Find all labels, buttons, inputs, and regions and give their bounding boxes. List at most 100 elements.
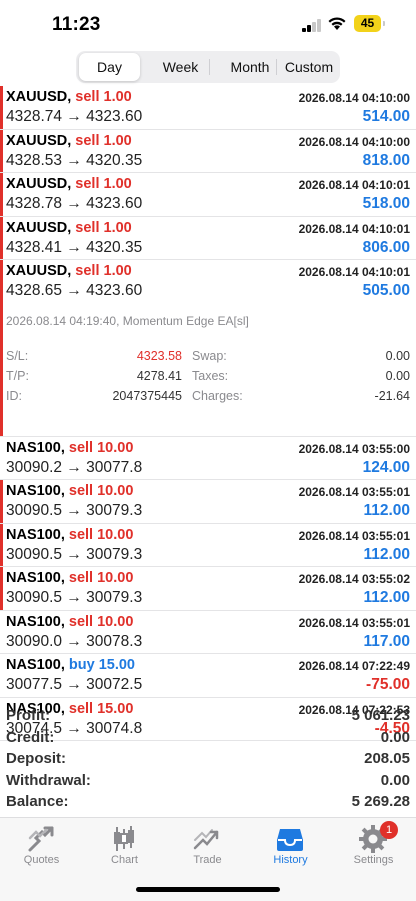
period-custom-button[interactable]: Custom: [279, 53, 339, 81]
swap-value: 0.00: [385, 348, 410, 363]
candlestick-chart-icon: [114, 826, 134, 851]
close-price: 4323.60: [86, 108, 143, 125]
trade-side: buy: [68, 657, 95, 673]
summary-label: Deposit:: [6, 750, 66, 768]
summary-value: 0.00: [380, 728, 410, 746]
open-price: 4328.65: [6, 282, 63, 299]
summary-withdrawal-row: Withdrawal: 0.00: [0, 770, 416, 792]
trade-side: sell: [75, 219, 100, 236]
trade-symbol: NAS100: [6, 570, 61, 586]
swap-label: Swap:: [192, 348, 227, 363]
close-price: 4323.60: [86, 195, 143, 212]
trade-profit: 117.00: [363, 632, 410, 650]
trade-profit: 112.00: [363, 502, 410, 519]
tp-label: T/P:: [6, 368, 29, 383]
trade-comment: 2026.08.14 04:19:40, Momentum Edge EA[sl…: [6, 313, 249, 328]
history-inbox-icon: [277, 829, 303, 851]
trade-date: 2026.08.14 07:22:49: [298, 659, 410, 673]
summary-label: Withdrawal:: [6, 771, 91, 789]
open-price: 4328.74: [6, 108, 63, 125]
arrow-icon: →: [66, 589, 82, 606]
segment-divider: [276, 59, 277, 75]
trade-date: 2026.08.14 04:10:00: [298, 91, 410, 105]
trade-profit: -75.00: [366, 676, 410, 693]
trade-volume: 1.00: [103, 263, 132, 279]
trade-profit: 806.00: [362, 238, 410, 256]
trade-row[interactable]: NAS100, sell 10.00 2026.08.14 03:55:02 3…: [0, 567, 416, 611]
trade-title: XAUUSD, sell 1.00: [6, 176, 132, 192]
trade-side: sell: [68, 526, 94, 543]
arrow-icon: →: [66, 458, 82, 476]
trade-volume: 1.00: [103, 176, 132, 192]
trade-profit: 112.00: [363, 589, 410, 606]
trade-side: sell: [75, 89, 100, 105]
trade-row[interactable]: XAUUSD, sell 1.00 2026.08.14 04:10:00 43…: [0, 86, 416, 130]
trade-title: NAS100, buy 15.00: [6, 657, 135, 673]
trade-symbol: NAS100: [6, 439, 61, 456]
trade-row[interactable]: NAS100, sell 10.00 2026.08.14 03:55:01 3…: [0, 611, 416, 654]
summary-credit-row: Credit: 0.00: [0, 727, 416, 749]
trade-detail-panel: 2026.08.14 04:19:40, Momentum Edge EA[sl…: [0, 303, 416, 437]
trade-title: XAUUSD, sell 1.00: [6, 219, 132, 236]
wifi-icon: [328, 17, 346, 30]
trade-row[interactable]: NAS100, sell 10.00 2026.08.14 03:55:01 3…: [0, 480, 416, 524]
summary-label: Credit:: [6, 728, 55, 746]
battery-icon: 45: [354, 15, 385, 32]
close-price: 30079.3: [86, 502, 143, 519]
trade-date: 2026.08.14 04:10:00: [298, 134, 410, 149]
open-price: 30077.5: [6, 676, 63, 693]
trade-prices: 30090.2 → 30077.8: [6, 459, 142, 477]
summary-value: 5 269.28: [351, 793, 410, 811]
close-price: 30079.3: [86, 589, 143, 606]
open-price: 30090.5: [6, 545, 63, 563]
trade-date: 2026.08.14 03:55:02: [298, 572, 410, 586]
trade-title: XAUUSD, sell 1.00: [6, 132, 132, 149]
sl-label: S/L:: [6, 348, 29, 363]
tp-value: 4278.41: [136, 368, 182, 383]
trade-row[interactable]: NAS100, buy 15.00 2026.08.14 07:22:49 30…: [0, 654, 416, 698]
home-indicator: [136, 887, 280, 892]
id-label: ID:: [6, 388, 22, 403]
close-price: 30072.5: [86, 676, 143, 693]
open-price: 30090.5: [6, 502, 63, 519]
trade-row[interactable]: XAUUSD, sell 1.00 2026.08.14 04:10:01 43…: [0, 173, 416, 217]
trade-date: 2026.08.14 04:10:01: [298, 265, 410, 279]
trade-profit: 505.00: [362, 282, 410, 299]
trade-symbol: NAS100: [6, 657, 61, 673]
trade-row[interactable]: NAS100, sell 10.00 2026.08.14 03:55:00 3…: [0, 437, 416, 480]
open-price: 4328.41: [6, 238, 63, 256]
trade-profit: 514.00: [362, 108, 410, 125]
close-price: 30077.8: [86, 458, 143, 476]
period-day-button[interactable]: Day: [79, 53, 140, 81]
summary-profit-row: Profit: 5 061.23: [0, 705, 416, 727]
summary-value: 5 061.23: [351, 707, 410, 724]
side-marker: [0, 303, 3, 436]
summary-balance-row: Balance: 5 269.28: [0, 791, 416, 813]
trade-row[interactable]: XAUUSD, sell 1.00 2026.08.14 04:10:01 43…: [0, 216, 416, 260]
trade-prices: 4328.53 → 4320.35: [6, 152, 142, 170]
trade-date: 2026.08.14 03:55:01: [298, 485, 410, 499]
summary-value: 208.05: [364, 750, 410, 768]
arrow-icon: →: [66, 282, 82, 299]
period-week-button[interactable]: Week: [148, 53, 213, 81]
trade-profit: 112.00: [363, 545, 410, 563]
trade-prices: 4328.78 → 4323.60: [6, 195, 142, 213]
tab-label: Trade: [193, 854, 222, 866]
sl-value: 4323.58: [136, 348, 182, 363]
id-value: 2047375445: [112, 388, 182, 403]
trade-row-expanded[interactable]: XAUUSD, sell 1.00 2026.08.14 04:10:01 43…: [0, 260, 416, 304]
trade-title: NAS100, sell 10.00: [6, 439, 134, 456]
trade-date: 2026.08.14 03:55:01: [298, 615, 410, 630]
arrow-icon: →: [66, 632, 82, 650]
trade-side: sell: [75, 132, 100, 149]
trade-row[interactable]: NAS100, sell 10.00 2026.08.14 03:55:01 3…: [0, 523, 416, 567]
cellular-signal-icon: [302, 19, 322, 32]
trade-prices: 30090.5 → 30079.3: [6, 546, 142, 564]
close-price: 4320.35: [86, 238, 143, 256]
trade-symbol: XAUUSD: [6, 132, 68, 149]
period-month-button[interactable]: Month: [217, 53, 283, 81]
trade-prices: 4328.74 → 4323.60: [6, 108, 142, 126]
trade-row[interactable]: XAUUSD, sell 1.00 2026.08.14 04:10:00 43…: [0, 129, 416, 173]
trade-symbol: XAUUSD: [6, 89, 68, 105]
summary-label: Profit:: [6, 707, 51, 724]
